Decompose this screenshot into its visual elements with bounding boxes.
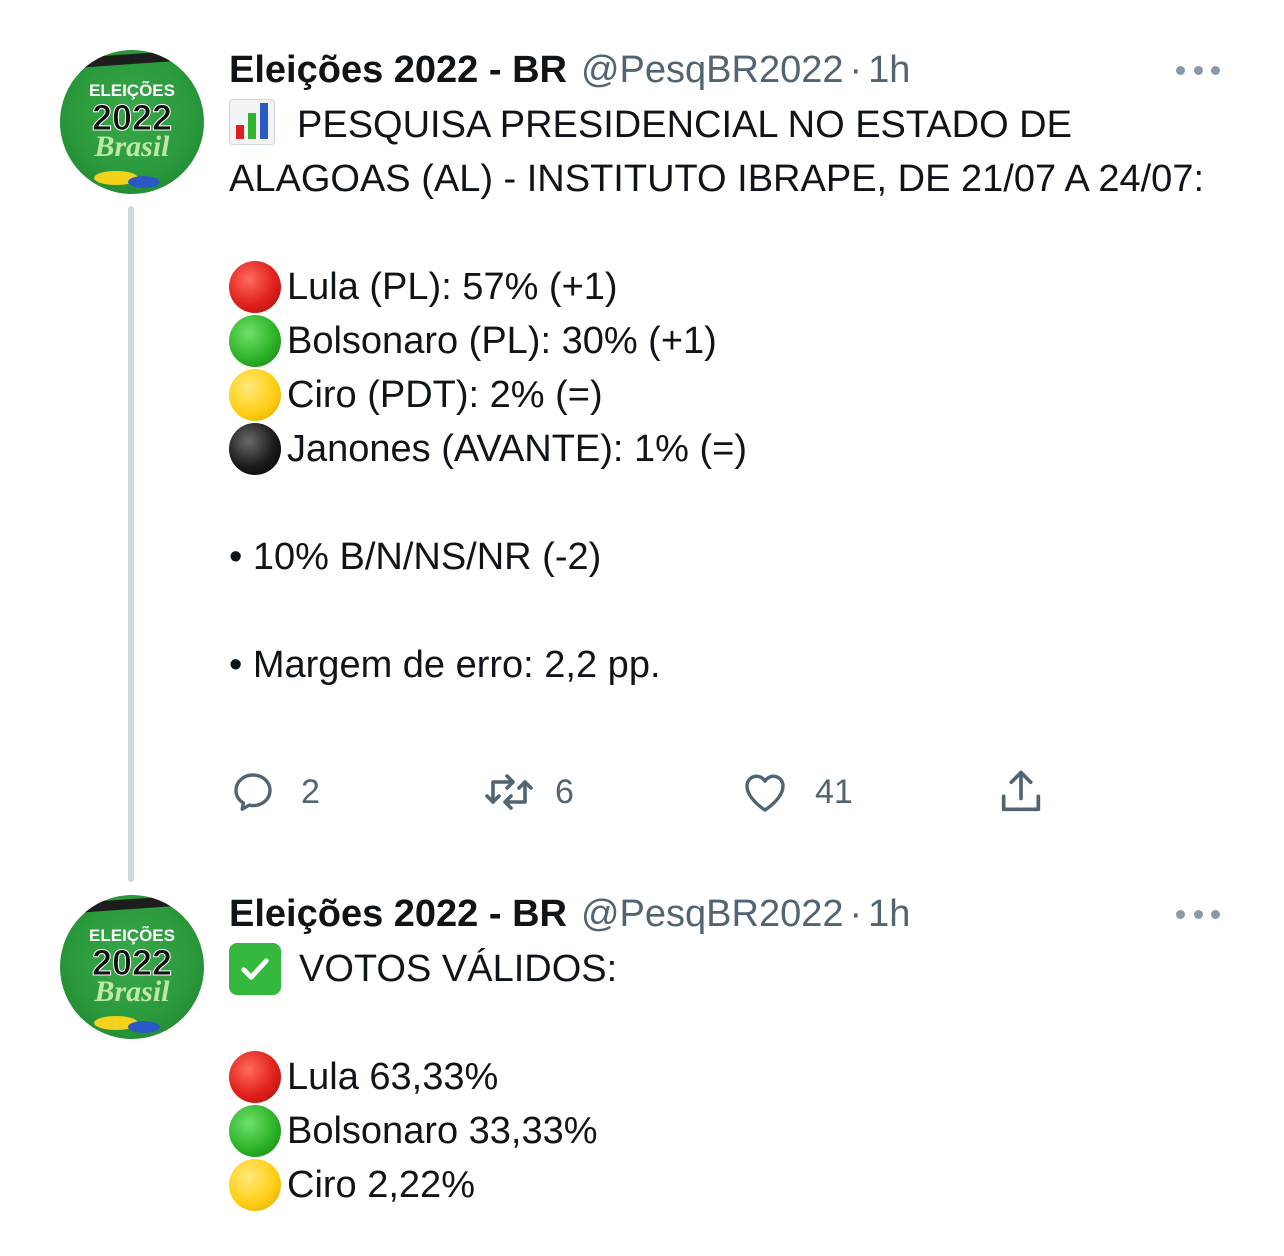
- candidate-text: Bolsonaro (PL): 30% (+1): [287, 320, 717, 362]
- retweet-button[interactable]: 6: [481, 762, 574, 822]
- candidate-text: Bolsonaro 33,33%: [287, 1110, 598, 1152]
- yellow-circle-emoji-icon: [229, 1159, 281, 1211]
- share-icon: [1001, 770, 1041, 812]
- timestamp[interactable]: 1h: [868, 49, 910, 92]
- retweet-icon: [485, 774, 533, 810]
- reply-icon: [234, 773, 272, 811]
- retweet-count: 6: [555, 772, 574, 811]
- candidate-line: Bolsonaro 33,33%: [229, 1104, 1229, 1158]
- timestamp[interactable]: 1h: [868, 893, 910, 936]
- candidate-line: Bolsonaro (PL): 30% (+1): [229, 314, 1229, 368]
- headline: PESQUISA PRESIDENCIAL NO ESTADO DE ALAGO…: [229, 98, 1229, 206]
- thread-connector-line: [128, 206, 134, 882]
- black-circle-emoji-icon: [229, 423, 281, 475]
- candidate-text: Janones (AVANTE): 1% (=): [287, 428, 748, 470]
- avatar-text-line3: Brasil: [93, 975, 170, 1008]
- heart-icon: [745, 774, 785, 812]
- headline-text: VOTOS VÁLIDOS:: [299, 948, 618, 990]
- tweet-1[interactable]: ELEIÇÕES 2022 Brasil Eleições 2022 - BR …: [0, 0, 1284, 882]
- bar-chart-emoji-icon: [229, 99, 275, 145]
- undecided-note: • 10% B/N/NS/NR (-2): [229, 536, 602, 578]
- like-count: 41: [815, 772, 853, 811]
- avatar[interactable]: ELEIÇÕES 2022 Brasil: [60, 895, 204, 1039]
- candidate-line: Lula (PL): 57% (+1): [229, 260, 1229, 314]
- separator-dot: ·: [849, 892, 863, 935]
- candidate-text: Ciro (PDT): 2% (=): [287, 374, 603, 416]
- candidate-text: Lula 63,33%: [287, 1056, 499, 1098]
- red-circle-emoji-icon: [229, 261, 281, 313]
- tweet-header: Eleições 2022 - BR @PesqBR2022 · 1h: [229, 892, 910, 936]
- candidate-line: Ciro 2,22%: [229, 1158, 1229, 1212]
- candidate-line: Ciro (PDT): 2% (=): [229, 368, 1229, 422]
- check-mark-emoji-icon: [229, 943, 281, 995]
- author-name[interactable]: Eleições 2022 - BR: [229, 893, 567, 936]
- red-circle-emoji-icon: [229, 1051, 281, 1103]
- tweet-header: Eleições 2022 - BR @PesqBR2022 · 1h: [229, 48, 910, 92]
- reply-count: 2: [301, 772, 320, 811]
- author-name[interactable]: Eleições 2022 - BR: [229, 49, 567, 92]
- avatar-image: ELEIÇÕES 2022 Brasil: [79, 50, 185, 188]
- reply-button[interactable]: 2: [229, 762, 320, 822]
- tweet-actions: 2 6 41: [229, 762, 1129, 822]
- candidate-text: Ciro 2,22%: [287, 1164, 475, 1206]
- author-handle[interactable]: @PesqBR2022: [581, 49, 844, 92]
- tweet-2[interactable]: ELEIÇÕES 2022 Brasil Eleições 2022 - BR …: [0, 880, 1284, 1256]
- more-options-icon[interactable]: [1176, 64, 1220, 76]
- tweet-text: PESQUISA PRESIDENCIAL NO ESTADO DE ALAGO…: [229, 98, 1229, 692]
- author-handle[interactable]: @PesqBR2022: [581, 893, 844, 936]
- avatar-text-line3: Brasil: [93, 130, 170, 163]
- yellow-circle-emoji-icon: [229, 369, 281, 421]
- green-circle-emoji-icon: [229, 315, 281, 367]
- avatar-image: ELEIÇÕES 2022 Brasil: [79, 895, 185, 1033]
- candidate-text: Lula (PL): 57% (+1): [287, 266, 618, 308]
- margin-of-error-note: • Margem de erro: 2,2 pp.: [229, 644, 661, 686]
- headline-text: PESQUISA PRESIDENCIAL NO ESTADO DE ALAGO…: [229, 104, 1205, 200]
- green-circle-emoji-icon: [229, 1105, 281, 1157]
- headline: VOTOS VÁLIDOS:: [229, 942, 1229, 996]
- avatar[interactable]: ELEIÇÕES 2022 Brasil: [60, 50, 204, 194]
- more-options-icon[interactable]: [1176, 908, 1220, 920]
- separator-dot: ·: [849, 48, 863, 91]
- candidate-line: Janones (AVANTE): 1% (=): [229, 422, 1229, 476]
- tweet-text: VOTOS VÁLIDOS: Lula 63,33% Bolsonaro 33,…: [229, 942, 1229, 1212]
- share-button[interactable]: [995, 762, 1047, 822]
- candidate-line: Lula 63,33%: [229, 1050, 1229, 1104]
- like-button[interactable]: 41: [739, 762, 853, 822]
